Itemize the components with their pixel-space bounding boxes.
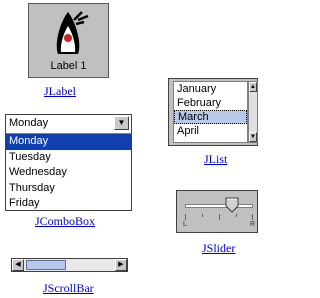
slider-tick xyxy=(219,214,220,220)
jcombobox-demo: Monday ▼ Monday Tuesday Wednesday Thursd… xyxy=(5,114,132,211)
scroll-left-icon[interactable]: ◀ xyxy=(12,259,24,271)
combo-option-thursday[interactable]: Thursday xyxy=(6,181,131,197)
slider-tick xyxy=(236,214,237,217)
month-list[interactable]: January February March April xyxy=(173,81,248,143)
list-item-march[interactable]: March xyxy=(174,110,247,124)
jscrollbar-caption[interactable]: JScrollBar xyxy=(43,281,94,296)
combo-option-wednesday[interactable]: Wednesday xyxy=(6,165,131,181)
slider-left-label: L xyxy=(183,221,187,228)
scrollbar-thumb[interactable] xyxy=(26,260,66,270)
scroll-down-icon[interactable]: ▼ xyxy=(249,132,257,142)
list-item-january[interactable]: January xyxy=(174,82,247,96)
jlist-caption[interactable]: JList xyxy=(204,152,227,167)
scroll-right-icon[interactable]: ▶ xyxy=(115,259,127,271)
combo-option-friday[interactable]: Friday xyxy=(6,196,131,212)
list-scrollbar[interactable]: ▲ ▼ xyxy=(248,81,258,143)
combo-field[interactable]: Monday ▼ xyxy=(6,115,131,134)
scroll-up-icon[interactable]: ▲ xyxy=(249,82,257,92)
jslider-demo: L R xyxy=(176,190,258,233)
combo-selected-value: Monday xyxy=(9,117,49,129)
jslider-caption[interactable]: JSlider xyxy=(202,241,235,256)
slider-tick xyxy=(202,214,203,217)
jcombobox-caption[interactable]: JComboBox xyxy=(35,214,95,229)
label-text: Label 1 xyxy=(50,60,87,72)
jlabel-caption[interactable]: JLabel xyxy=(44,84,76,99)
duke-mascot-icon xyxy=(56,11,89,54)
list-item-february[interactable]: February xyxy=(174,96,247,110)
slider-thumb[interactable] xyxy=(225,197,239,213)
combo-dropdown-list: Monday Tuesday Wednesday Thursday Friday xyxy=(6,134,131,212)
slider-right-label: R xyxy=(250,221,256,228)
combo-option-monday[interactable]: Monday xyxy=(6,134,131,150)
combo-option-tuesday[interactable]: Tuesday xyxy=(6,150,131,166)
chevron-down-icon[interactable]: ▼ xyxy=(114,116,129,130)
jlist-demo: January February March April ▲ ▼ xyxy=(168,78,258,146)
jscrollbar-demo[interactable]: ◀ ▶ xyxy=(11,258,128,272)
slider-tick xyxy=(252,214,253,220)
slider-tick xyxy=(185,214,186,220)
jlabel-demo: Label 1 xyxy=(28,3,109,78)
slider-track[interactable] xyxy=(185,204,253,208)
list-item-april[interactable]: April xyxy=(174,124,247,138)
